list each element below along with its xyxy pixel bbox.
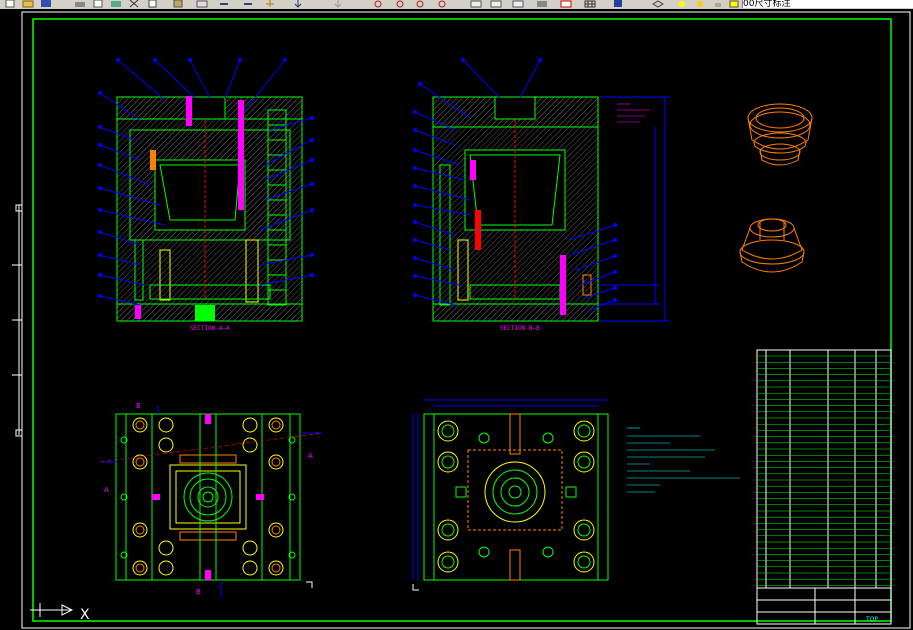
pan-icon[interactable] bbox=[264, 0, 276, 8]
paste-icon[interactable] bbox=[172, 0, 184, 8]
markup-icon[interactable] bbox=[470, 0, 482, 8]
grid-icon[interactable] bbox=[584, 0, 596, 8]
plot-icon[interactable] bbox=[110, 0, 122, 8]
section-b-dimensions bbox=[600, 96, 670, 322]
section-b-view bbox=[432, 96, 599, 322]
cut-icon[interactable] bbox=[128, 0, 140, 8]
zoom-window-icon[interactable] bbox=[332, 0, 344, 8]
tool-palette-icon[interactable] bbox=[436, 0, 448, 8]
layer-state-icon[interactable] bbox=[560, 0, 572, 8]
redo-icon[interactable] bbox=[242, 0, 254, 8]
help-icon[interactable] bbox=[512, 0, 524, 8]
layer-icon[interactable] bbox=[536, 0, 548, 8]
drawing-svg: A A B B TOP bbox=[12, 11, 911, 629]
undo-icon[interactable] bbox=[218, 0, 230, 8]
bom-table bbox=[756, 349, 892, 589]
plan-view-b bbox=[423, 413, 609, 581]
ucs-icon bbox=[30, 603, 74, 617]
bulb-icon[interactable] bbox=[676, 0, 688, 8]
bom-rows bbox=[757, 355, 891, 586]
part-iso-top bbox=[747, 103, 813, 166]
zoom-previous-icon[interactable] bbox=[372, 0, 384, 8]
calculator-icon[interactable] bbox=[490, 0, 502, 8]
section-b-label: SECTION B—B bbox=[500, 325, 540, 332]
cut-mark-b-bottom: B bbox=[196, 588, 201, 596]
properties-icon[interactable] bbox=[394, 0, 406, 8]
sun-icon[interactable] bbox=[694, 0, 706, 8]
part-iso-bottom bbox=[739, 218, 805, 273]
title-code: TOP bbox=[865, 616, 878, 623]
open-icon[interactable] bbox=[22, 0, 34, 8]
design-center-icon[interactable] bbox=[414, 0, 426, 8]
section-a-view bbox=[116, 96, 303, 322]
ucs-x-axis-label: X bbox=[80, 607, 90, 623]
layer-dropdown[interactable]: 00尺寸标注 bbox=[742, 0, 913, 8]
layers-stack-icon[interactable] bbox=[652, 0, 664, 8]
new-icon[interactable] bbox=[4, 0, 16, 8]
plan-view-a bbox=[115, 413, 301, 581]
cut-mark-a-left: A bbox=[104, 486, 109, 494]
technical-notes bbox=[627, 427, 740, 493]
model-space-canvas[interactable]: A A B B TOP SECTION A—A SECTION B—B X bbox=[0, 9, 913, 630]
print-icon[interactable] bbox=[74, 0, 86, 8]
lock-icon[interactable] bbox=[712, 0, 724, 8]
copy-icon[interactable] bbox=[146, 0, 158, 8]
preview-icon[interactable] bbox=[92, 0, 104, 8]
match-icon[interactable] bbox=[196, 0, 208, 8]
section-b-note bbox=[617, 103, 650, 123]
info-icon[interactable] bbox=[612, 0, 624, 8]
zoom-realtime-icon[interactable] bbox=[292, 0, 304, 8]
section-a-label: SECTION A—A bbox=[190, 325, 230, 332]
save-icon[interactable] bbox=[40, 0, 52, 8]
cut-mark-b-top: B bbox=[136, 402, 141, 410]
cut-mark-a-right: A bbox=[308, 452, 313, 460]
color-icon[interactable] bbox=[728, 0, 740, 8]
